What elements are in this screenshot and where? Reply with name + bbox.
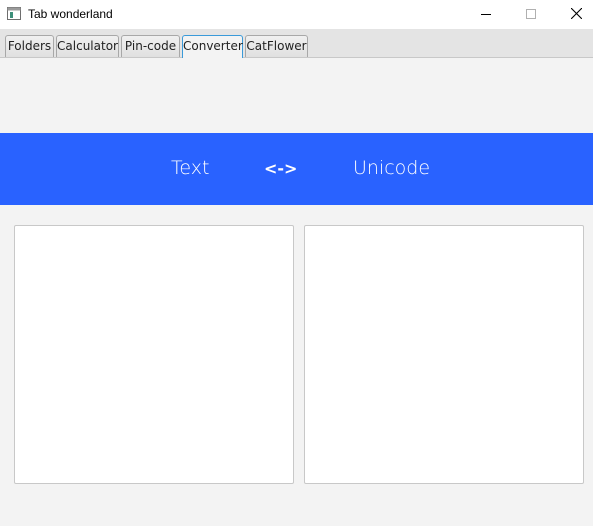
title-bar: Tab wonderland <box>0 0 593 29</box>
tab-calculator[interactable]: Calculator <box>56 35 119 57</box>
window-title: Tab wonderland <box>28 7 113 21</box>
close-button[interactable] <box>553 0 593 29</box>
app-window: Tab wonderland Folders Calculator Pin-co… <box>0 0 593 526</box>
maximize-button[interactable] <box>508 0 554 29</box>
unicode-mode-label[interactable]: Unicode <box>353 157 430 179</box>
maximize-icon <box>526 6 536 24</box>
tab-converter[interactable]: Converter <box>182 35 243 58</box>
tab-folders[interactable]: Folders <box>5 35 54 57</box>
swap-direction-button[interactable]: <-> <box>264 159 297 178</box>
minimize-button[interactable] <box>463 0 509 29</box>
tab-bar: Folders Calculator Pin-code Converter Ca… <box>0 29 593 58</box>
minimize-icon <box>481 6 491 24</box>
unicode-output-area[interactable] <box>304 225 584 484</box>
text-mode-label[interactable]: Text <box>171 157 209 179</box>
converter-banner: Text <-> Unicode <box>0 133 593 205</box>
tab-pin-code[interactable]: Pin-code <box>121 35 180 57</box>
app-window-icon <box>7 7 21 20</box>
text-input-area[interactable] <box>14 225 294 484</box>
tab-catflower[interactable]: CatFlower <box>245 35 308 57</box>
close-icon <box>570 6 582 24</box>
